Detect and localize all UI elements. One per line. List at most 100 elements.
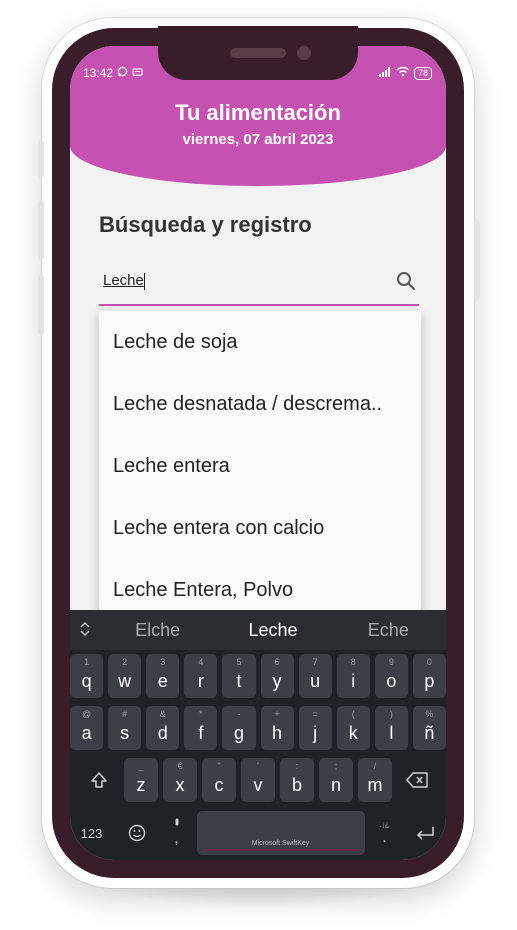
phone-speaker xyxy=(230,48,286,58)
key-alt-label: / xyxy=(373,761,377,771)
autocomplete-item[interactable]: Leche entera con calcio xyxy=(99,497,421,559)
key-l[interactable]: ) l xyxy=(374,706,408,750)
keyboard-letter-group: _ z € x " c ' v: b; n / m xyxy=(124,758,392,804)
signal-icon xyxy=(378,66,392,80)
page-date: viernes, 07 abril 2023 xyxy=(182,131,334,148)
key-x[interactable]: € x xyxy=(163,758,197,802)
key-label: s xyxy=(120,723,130,743)
key-alt-label: ; xyxy=(334,761,338,771)
key-label: k xyxy=(348,723,358,743)
mockup-stage: 13:42 78 Tu alimentación viernes, 07 abr… xyxy=(0,0,517,930)
key-z[interactable]: _ z xyxy=(124,758,158,802)
word-suggestion[interactable]: Eche xyxy=(331,620,446,641)
key-label: q xyxy=(81,671,92,691)
microphone-icon xyxy=(175,818,178,826)
word-suggestion[interactable]: Elche xyxy=(100,620,215,641)
autocomplete-item[interactable]: Leche desnatada / descrema.. xyxy=(99,373,421,435)
period-alt-label: .¡¿ xyxy=(379,819,390,829)
key-alt-label: % xyxy=(425,709,434,719)
autocomplete-item[interactable]: Leche de soja xyxy=(99,311,421,373)
key-i[interactable]: 8i xyxy=(336,654,370,698)
key-label: l xyxy=(389,723,394,743)
key-ñ[interactable]: % ñ xyxy=(412,706,446,750)
key-label: u xyxy=(310,671,321,691)
key-p[interactable]: 0p xyxy=(412,654,446,698)
section-title: Búsqueda y registro xyxy=(99,212,312,237)
key-alt-label: 7 xyxy=(312,657,318,667)
whatsapp-icon xyxy=(117,66,128,80)
keyboard-row-1: 1q2w3e4r5t6y7u8i9o0p xyxy=(70,654,446,700)
search-input[interactable]: Leche xyxy=(103,272,144,289)
key-n[interactable]: ; n xyxy=(319,758,353,802)
key-alt-label: : xyxy=(295,761,299,771)
key-c[interactable]: " c xyxy=(202,758,236,802)
phone-side-button xyxy=(38,200,44,260)
key-label: t xyxy=(236,671,242,691)
key-v[interactable]: ' v xyxy=(241,758,275,802)
space-key[interactable]: Microsoft SwiftKey xyxy=(196,811,365,855)
status-time: 13:42 xyxy=(83,66,114,80)
key-f[interactable]: * f xyxy=(184,706,218,750)
key-w[interactable]: 2w xyxy=(108,654,142,698)
key-y[interactable]: 6y xyxy=(260,654,294,698)
key-label: e xyxy=(157,671,168,691)
key-d[interactable]: & d xyxy=(146,706,180,750)
keyboard-row-2: @ a # s & d * f - g + h = j(k) l% ñ xyxy=(70,706,446,752)
key-alt-label: & xyxy=(159,709,166,719)
key-r[interactable]: 4r xyxy=(184,654,218,698)
comma-key[interactable]: , xyxy=(162,811,192,855)
key-alt-label: @ xyxy=(82,709,92,719)
key-label: y xyxy=(272,671,282,691)
key-s[interactable]: # s xyxy=(108,706,142,750)
space-indicator xyxy=(202,849,359,851)
key-label: b xyxy=(291,775,302,795)
key-alt-label: € xyxy=(177,761,183,771)
numbers-key[interactable]: 123 xyxy=(72,811,112,855)
search-icon[interactable] xyxy=(395,270,417,292)
key-g[interactable]: -g xyxy=(222,706,256,750)
key-m[interactable]: / m xyxy=(358,758,392,802)
key-a[interactable]: @ a xyxy=(70,706,104,750)
space-key-label: Microsoft SwiftKey xyxy=(251,840,310,847)
key-q[interactable]: 1q xyxy=(70,654,104,698)
key-b[interactable]: :b xyxy=(280,758,314,802)
key-alt-label: * xyxy=(199,709,203,719)
key-alt-label: 3 xyxy=(160,657,166,667)
key-label: d xyxy=(157,723,168,743)
key-label: o xyxy=(386,671,397,691)
phone-side-button xyxy=(38,275,44,335)
key-alt-label: - xyxy=(237,709,241,719)
backspace-key[interactable] xyxy=(397,758,437,802)
emoji-key[interactable] xyxy=(117,811,157,855)
period-key[interactable]: .¡¿ . xyxy=(370,811,400,855)
autocomplete-item[interactable]: Leche Entera, Polvo xyxy=(99,559,421,611)
key-k[interactable]: (k xyxy=(336,706,370,750)
onscreen-keyboard: Elche Leche Eche 1q2w3e4r5t6y7u8i9o0p @ a… xyxy=(70,610,446,860)
key-u[interactable]: 7u xyxy=(298,654,332,698)
search-field[interactable]: Leche xyxy=(99,266,419,306)
period-label: . xyxy=(382,828,387,846)
key-label: a xyxy=(81,723,92,743)
word-suggestion-primary[interactable]: Leche xyxy=(215,620,330,641)
text-caret xyxy=(143,272,145,290)
wifi-icon xyxy=(396,66,410,80)
shift-key[interactable] xyxy=(79,758,119,802)
comma-label: , xyxy=(174,830,179,847)
autocomplete-item[interactable]: Leche entera xyxy=(99,435,421,497)
key-o[interactable]: 9o xyxy=(374,654,408,698)
key-label: w xyxy=(118,671,132,691)
key-t[interactable]: 5t xyxy=(222,654,256,698)
key-h[interactable]: + h xyxy=(260,706,294,750)
key-e[interactable]: 3e xyxy=(146,654,180,698)
key-j[interactable]: = j xyxy=(298,706,332,750)
chevron-expand-icon[interactable] xyxy=(70,621,100,639)
enter-key[interactable] xyxy=(405,811,445,855)
enter-icon xyxy=(416,827,434,840)
key-label: c xyxy=(214,775,224,795)
key-alt-label: 2 xyxy=(122,657,128,667)
key-label: ñ xyxy=(424,723,435,743)
page-title: Tu alimentación xyxy=(175,100,341,125)
key-alt-label: ' xyxy=(257,761,259,771)
status-bar-right: 78 xyxy=(378,66,432,80)
key-alt-label: 8 xyxy=(350,657,356,667)
